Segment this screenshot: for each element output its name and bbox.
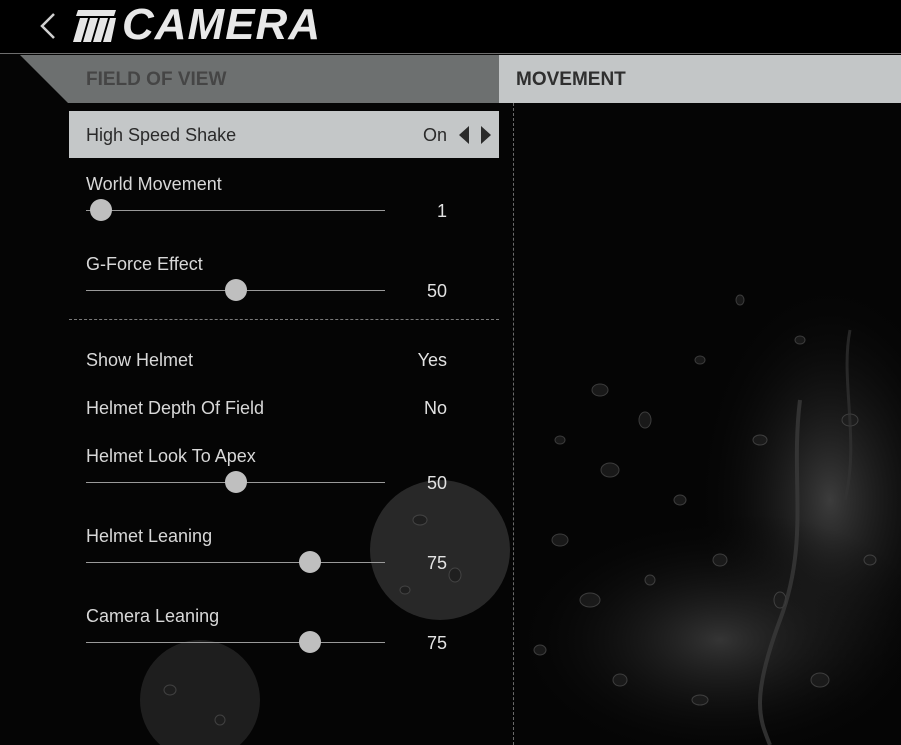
brand-stripes-logo <box>73 10 116 42</box>
setting-value-helmet-depth-of-field: No <box>423 398 447 418</box>
setting-label-g-force-effect: G-Force Effect <box>86 254 203 274</box>
setting-label-helmet-leaning: Helmet Leaning <box>86 526 213 546</box>
setting-value-world-movement: 1 <box>436 201 447 221</box>
chevron-left-icon[interactable] <box>36 8 62 44</box>
tab-field-of-view-label: FIELD OF VIEW <box>86 69 227 90</box>
slider-knob[interactable] <box>224 279 247 301</box>
setting-label-show-helmet: Show Helmet <box>86 350 194 370</box>
setting-high-speed-shake[interactable]: High Speed Shake On <box>69 111 499 158</box>
section-divider <box>69 319 499 320</box>
slider-helmet-leaning[interactable] <box>86 551 385 573</box>
slider-knob[interactable] <box>299 631 322 653</box>
setting-label-helmet-depth-of-field: Helmet Depth Of Field <box>86 398 265 418</box>
setting-value-camera-leaning: 75 <box>426 633 447 653</box>
slider-g-force-effect[interactable] <box>86 279 385 301</box>
setting-value-helmet-look-to-apex: 50 <box>426 473 447 493</box>
setting-label-helmet-look-to-apex: Helmet Look To Apex <box>86 446 256 466</box>
column-divider <box>513 103 514 745</box>
slider-world-movement[interactable] <box>86 199 385 221</box>
triangle-right-icon[interactable] <box>481 126 491 144</box>
setting-label-world-movement: World Movement <box>86 174 222 194</box>
setting-label: High Speed Shake <box>86 125 237 145</box>
slider-helmet-look-to-apex[interactable] <box>86 471 385 493</box>
tab-movement-label: MOVEMENT <box>516 69 626 90</box>
setting-value: On <box>422 125 447 145</box>
tab-movement[interactable]: MOVEMENT <box>499 55 901 103</box>
setting-value-helmet-leaning: 75 <box>426 553 447 573</box>
triangle-left-icon[interactable] <box>459 126 469 144</box>
slider-knob[interactable] <box>224 471 247 493</box>
page-title: CAMERA <box>122 0 322 49</box>
slider-camera-leaning[interactable] <box>86 631 385 653</box>
setting-value-show-helmet: Yes <box>417 350 447 370</box>
header-divider <box>0 53 901 54</box>
slider-knob[interactable] <box>299 551 322 573</box>
setting-label-camera-leaning: Camera Leaning <box>86 606 220 626</box>
slider-knob[interactable] <box>89 199 112 221</box>
header-bar: CAMERA <box>0 0 901 53</box>
camera-settings-screen: CAMERA FIELD OF VIEW MOVEMENT High Speed… <box>0 0 901 745</box>
setting-value-g-force-effect: 50 <box>426 281 447 301</box>
